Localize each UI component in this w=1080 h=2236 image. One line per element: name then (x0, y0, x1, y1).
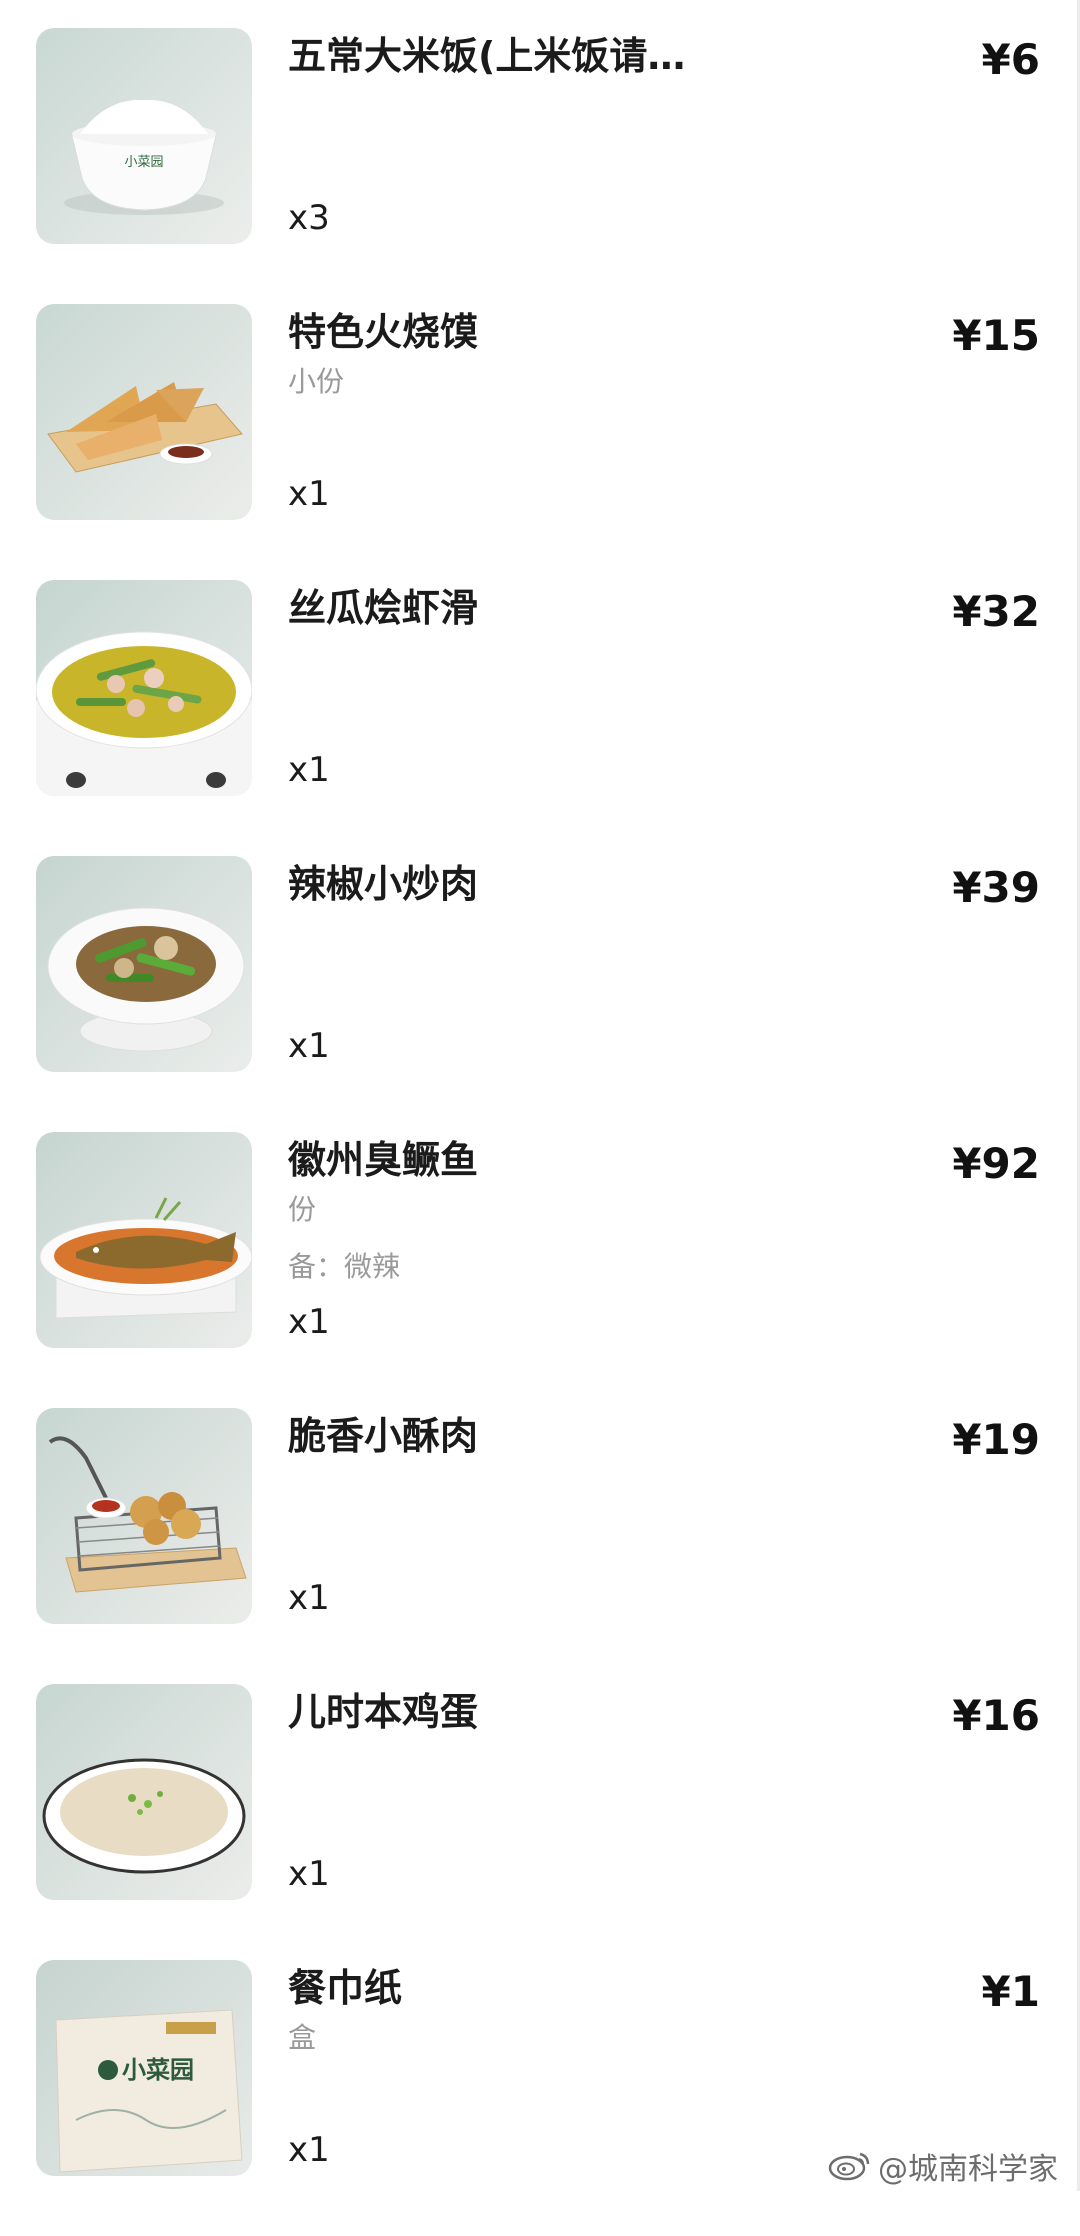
item-price: ¥39 (952, 863, 1040, 912)
soup-pot-icon (36, 580, 252, 796)
item-price: ¥92 (952, 1139, 1040, 1188)
weibo-icon (828, 2146, 872, 2193)
fish-plate-icon (36, 1132, 252, 1348)
list-item[interactable]: 小菜园 餐巾纸 盒 x1 ¥1 (0, 1960, 1080, 2236)
order-item-list: 小菜园 五常大米饭(上米饭请… x3 ¥6 特色火烧馍 小份 x1 ¥15 丝瓜… (0, 0, 1080, 2191)
item-price: ¥6 (981, 35, 1040, 84)
item-spec: 份 (288, 1193, 317, 1226)
item-quantity: x1 (288, 1302, 330, 1342)
item-name: 丝瓜烩虾滑 (288, 586, 479, 630)
list-item[interactable]: 特色火烧馍 小份 x1 ¥15 (0, 304, 1080, 580)
item-quantity: x1 (288, 1578, 330, 1618)
item-quantity: x1 (288, 474, 330, 514)
watermark-text: @城南科学家 (878, 2151, 1058, 2187)
item-name: 徽州臭鳜鱼 (288, 1138, 479, 1182)
list-item[interactable]: 小菜园 五常大米饭(上米饭请… x3 ¥6 (0, 28, 1080, 304)
bowl-brand-text: 小菜园 (124, 155, 163, 170)
item-price: ¥16 (952, 1691, 1040, 1740)
flatbread-icon (36, 304, 252, 520)
list-item[interactable]: 辣椒小炒肉 x1 ¥39 (0, 856, 1080, 1132)
item-price: ¥19 (952, 1415, 1040, 1464)
item-name: 辣椒小炒肉 (288, 862, 479, 906)
box-brand-text: 小菜园 (122, 2056, 194, 2084)
fry-basket-icon (36, 1408, 252, 1624)
item-name: 脆香小酥肉 (288, 1414, 479, 1458)
item-quantity: x3 (288, 198, 330, 238)
list-item[interactable]: 儿时本鸡蛋 x1 ¥16 (0, 1684, 1080, 1960)
item-price: ¥15 (952, 311, 1040, 360)
item-note: 备：微辣 (288, 1250, 401, 1283)
item-quantity: x1 (288, 1026, 330, 1066)
item-name: 儿时本鸡蛋 (288, 1690, 479, 1734)
item-spec: 盒 (288, 2021, 317, 2054)
item-price: ¥1 (981, 1967, 1040, 2016)
item-name: 特色火烧馍 (288, 310, 479, 354)
item-quantity: x1 (288, 1854, 330, 1894)
list-item[interactable]: 丝瓜烩虾滑 x1 ¥32 (0, 580, 1080, 856)
list-item[interactable]: 徽州臭鳜鱼 份 备：微辣 x1 ¥92 (0, 1132, 1080, 1408)
item-name: 餐巾纸 (288, 1966, 403, 2010)
tissue-box-icon: 小菜园 (36, 1960, 252, 2176)
watermark: @城南科学家 (828, 2146, 1058, 2193)
item-quantity: x1 (288, 2130, 330, 2170)
item-spec: 小份 (288, 365, 345, 398)
stir-fry-plate-icon (36, 856, 252, 1072)
item-name: 五常大米饭(上米饭请… (288, 34, 686, 78)
steamed-egg-icon (36, 1684, 252, 1900)
rice-bowl-icon: 小菜园 (36, 28, 252, 244)
list-item[interactable]: 脆香小酥肉 x1 ¥19 (0, 1408, 1080, 1684)
item-quantity: x1 (288, 750, 330, 790)
item-price: ¥32 (952, 587, 1040, 636)
